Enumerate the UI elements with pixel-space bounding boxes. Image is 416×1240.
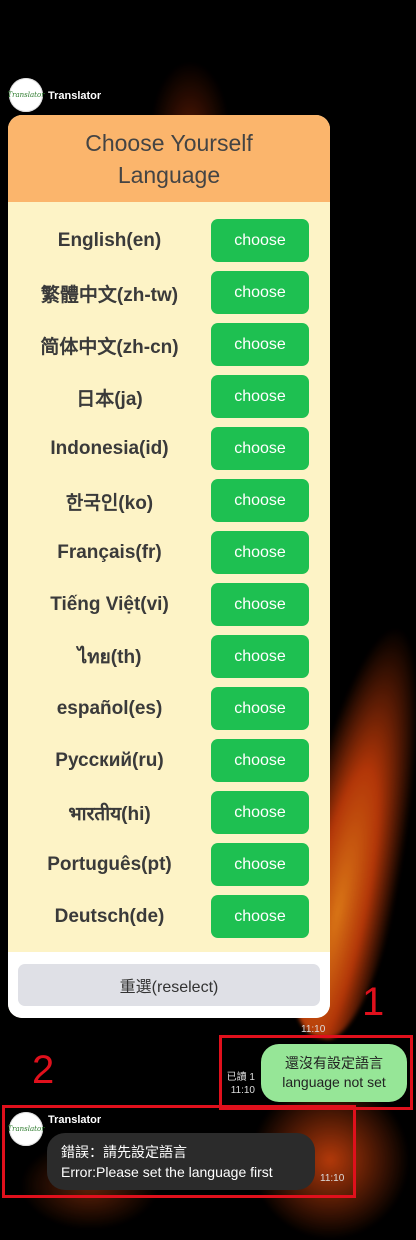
language-name: Français(fr) — [57, 542, 162, 563]
choose-button-vi[interactable]: choose — [211, 583, 309, 626]
language-name: ไทย(th) — [77, 647, 142, 668]
language-name: 简体中文(zh-cn) — [40, 336, 179, 358]
language-name: Português(pt) — [47, 854, 172, 875]
language-name: Deutsch(de) — [54, 906, 165, 927]
card-title-line1: Choose Yourself — [85, 129, 253, 156]
language-name: भारतीय(hi) — [68, 804, 151, 825]
annotation-label-2: 2 — [32, 1048, 55, 1092]
user-message-bubble[interactable]: 還沒有設定語言 language not set — [261, 1044, 407, 1102]
language-row: Русский(ru) choose — [8, 739, 330, 791]
language-row: 简体中文(zh-cn) choose — [8, 323, 330, 375]
choose-button-hi[interactable]: choose — [211, 791, 309, 834]
bot-avatar[interactable]: Translator — [7, 78, 45, 112]
language-name: Indonesia(id) — [50, 438, 169, 459]
user-message-time: 11:10 — [230, 1085, 255, 1096]
language-row: Indonesia(id) choose — [8, 427, 330, 479]
choose-button-en[interactable]: choose — [211, 219, 309, 262]
choose-button-pt[interactable]: choose — [211, 843, 309, 886]
choose-button-es[interactable]: choose — [211, 687, 309, 730]
language-name: 한국인(ko) — [65, 492, 154, 514]
reselect-footer: 重選(reselect) — [8, 952, 330, 1018]
bot-reply-line1: 錯誤：請先設定語言 — [61, 1143, 187, 1160]
choose-button-zh-cn[interactable]: choose — [211, 323, 309, 366]
language-row: 繁體中文(zh-tw) choose — [8, 271, 330, 323]
card-timestamp: 11:10 — [301, 1024, 326, 1035]
read-receipt: 已讀 1 11:10 — [225, 1071, 255, 1097]
card-header: Choose Yourself Language — [8, 115, 330, 202]
choose-button-id[interactable]: choose — [211, 427, 309, 470]
bot-reply-time: 11:10 — [320, 1173, 345, 1184]
language-card: Choose Yourself Language English(en) cho… — [8, 115, 330, 1018]
choose-button-ru[interactable]: choose — [211, 739, 309, 782]
language-row: भारतीय(hi) choose — [8, 791, 330, 843]
annotation-label-1: 1 — [362, 980, 385, 1024]
language-row: Tiếng Việt(vi) choose — [8, 583, 330, 635]
language-name: 日本(ja) — [76, 388, 143, 410]
bot-reply-line2: Error:Please set the language first — [61, 1163, 273, 1180]
language-name: español(es) — [56, 698, 163, 719]
read-status: 已讀 1 — [226, 1072, 255, 1083]
bot-sender-name: Translator — [48, 90, 102, 102]
card-title-line2: Language — [117, 161, 221, 188]
language-list: English(en) choose 繁體中文(zh-tw) choose 简体… — [8, 219, 330, 947]
choose-button-de[interactable]: choose — [211, 895, 309, 938]
choose-button-zh-tw[interactable]: choose — [211, 271, 309, 314]
language-row: ไทย(th) choose — [8, 635, 330, 687]
language-name: Русский(ru) — [55, 750, 164, 771]
bot-avatar[interactable]: Translator — [7, 1112, 45, 1146]
language-row: Português(pt) choose — [8, 843, 330, 895]
language-row: Deutsch(de) choose — [8, 895, 330, 947]
language-name: English(en) — [57, 230, 162, 251]
user-message-line1: 還沒有設定語言 — [285, 1055, 383, 1071]
language-row: Français(fr) choose — [8, 531, 330, 583]
language-name: 繁體中文(zh-tw) — [40, 284, 179, 306]
language-name: Tiếng Việt(vi) — [50, 594, 169, 615]
choose-button-fr[interactable]: choose — [211, 531, 309, 574]
user-message-line2: language not set — [282, 1074, 386, 1090]
choose-button-th[interactable]: choose — [211, 635, 309, 678]
bot-reply-bubble[interactable]: 錯誤：請先設定語言 Error:Please set the language … — [47, 1133, 315, 1190]
language-row: 한국인(ko) choose — [8, 479, 330, 531]
language-row: 日本(ja) choose — [8, 375, 330, 427]
choose-button-ko[interactable]: choose — [211, 479, 309, 522]
language-row: English(en) choose — [8, 219, 330, 271]
choose-button-ja[interactable]: choose — [211, 375, 309, 418]
language-row: español(es) choose — [8, 687, 330, 739]
bot-reply-sender: Translator — [48, 1114, 102, 1126]
reselect-button[interactable]: 重選(reselect) — [18, 964, 320, 1006]
